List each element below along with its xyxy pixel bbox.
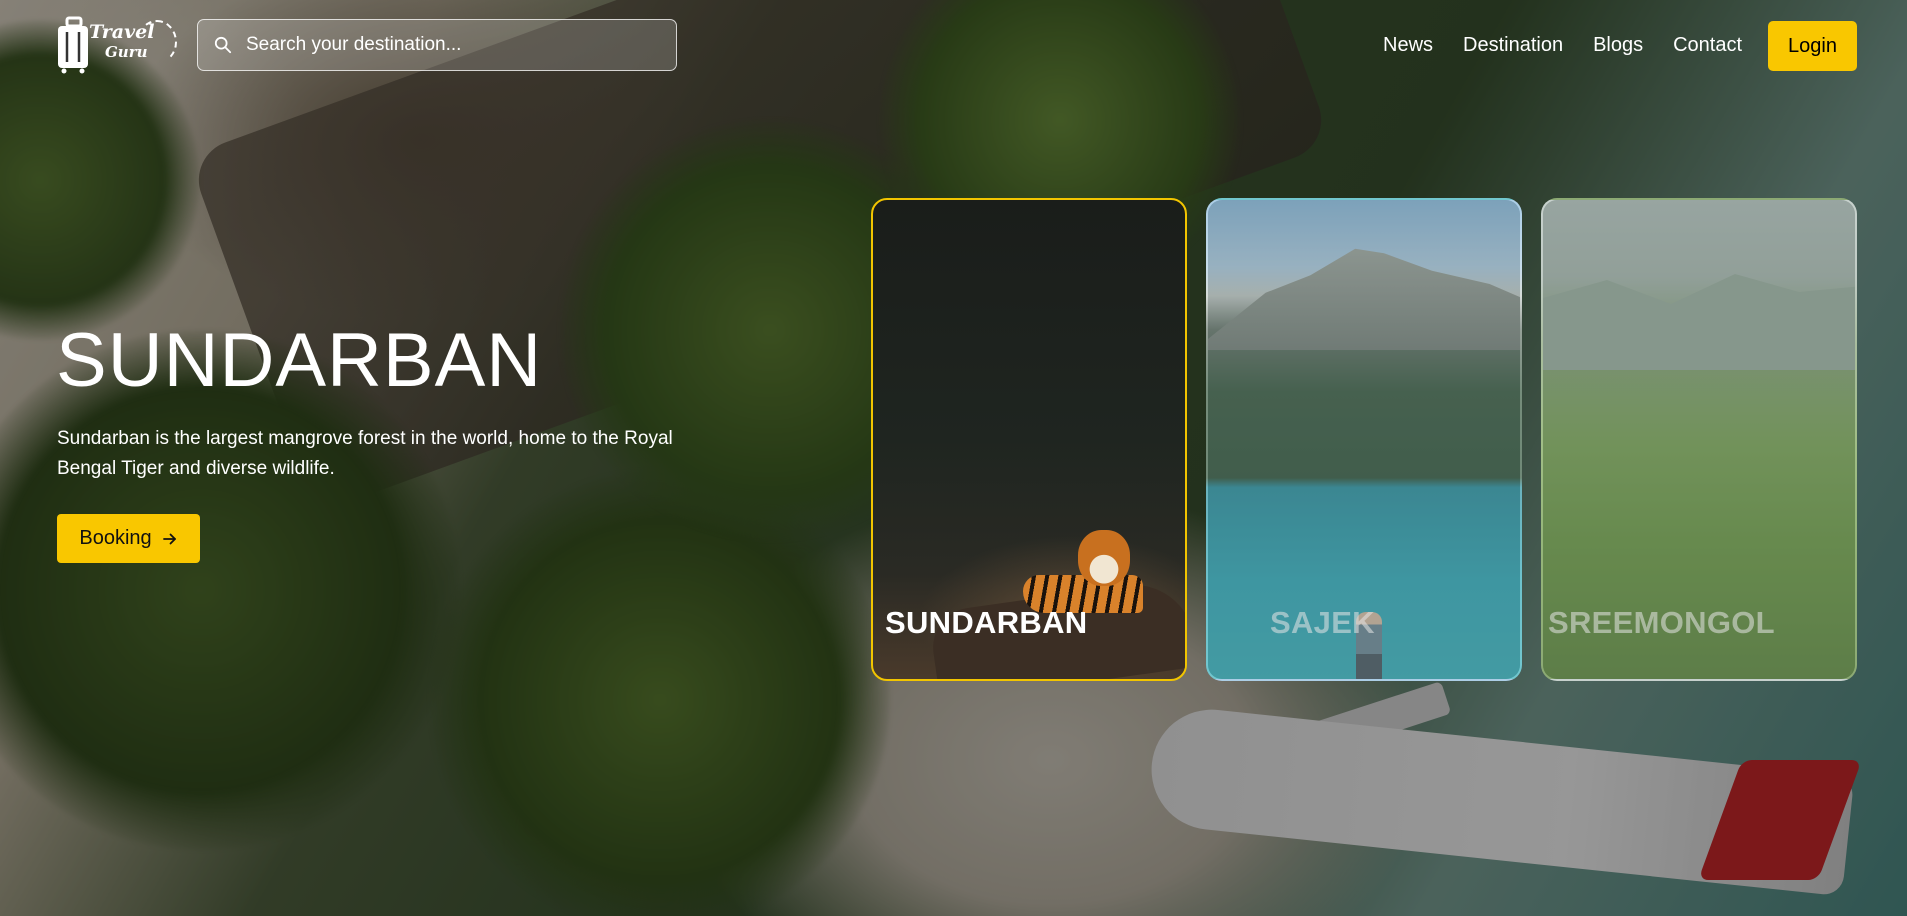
- nav-destination[interactable]: Destination: [1463, 34, 1563, 57]
- destination-card-sundarban[interactable]: SUNDARBAN: [871, 198, 1187, 681]
- nav-contact[interactable]: Contact: [1673, 34, 1742, 57]
- hero-title: SUNDARBAN: [56, 318, 543, 403]
- card-label: SREEMONGOL: [1548, 605, 1775, 640]
- login-button[interactable]: Login: [1768, 21, 1857, 71]
- mountain-image: [1208, 248, 1520, 350]
- booking-button[interactable]: Booking: [57, 514, 200, 563]
- arrow-right-icon: [162, 533, 176, 544]
- search-icon: [214, 36, 232, 54]
- nav-blogs[interactable]: Blogs: [1593, 34, 1643, 57]
- destination-card-sajek[interactable]: SAJEK: [1206, 198, 1522, 681]
- site-logo[interactable]: Travel Guru: [55, 16, 180, 74]
- logo-swoosh: [137, 20, 177, 64]
- search-bar[interactable]: [197, 19, 677, 71]
- booking-label: Booking: [79, 527, 152, 549]
- search-input[interactable]: [246, 20, 676, 70]
- card-label: SAJEK: [1270, 605, 1375, 640]
- nav-news[interactable]: News: [1383, 34, 1433, 57]
- destination-card-sreemongol[interactable]: SREEMONGOL: [1541, 198, 1857, 681]
- card-label: SUNDARBAN: [885, 605, 1088, 640]
- hero-description: Sundarban is the largest mangrove forest…: [57, 428, 673, 479]
- hills-image: [1543, 274, 1855, 370]
